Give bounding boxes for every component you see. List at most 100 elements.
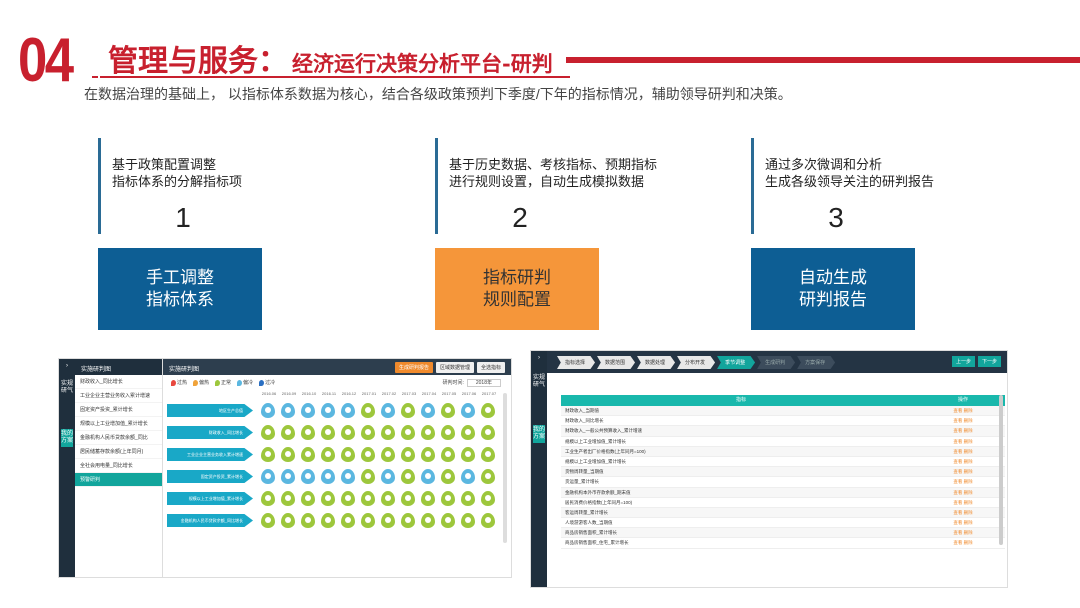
- status-pin-icon[interactable]: [421, 403, 435, 418]
- status-pin-icon[interactable]: [461, 447, 475, 462]
- status-pin-icon[interactable]: [401, 403, 415, 418]
- status-pin-icon[interactable]: [321, 425, 335, 440]
- status-pin-icon[interactable]: [301, 403, 315, 418]
- status-pin-icon[interactable]: [281, 425, 295, 440]
- action-cell[interactable]: 查看 删除: [921, 518, 1005, 527]
- side-tab-research[interactable]: 实规研气: [61, 379, 73, 397]
- row-label[interactable]: 工业企业主营业务收入累计增速: [167, 448, 253, 461]
- status-pin-icon[interactable]: [361, 491, 375, 506]
- status-pin-icon[interactable]: [381, 469, 395, 484]
- status-pin-icon[interactable]: [441, 425, 455, 440]
- status-pin-icon[interactable]: [301, 425, 315, 440]
- status-pin-icon[interactable]: [461, 425, 475, 440]
- status-pin-icon[interactable]: [301, 513, 315, 528]
- prev-step-button[interactable]: 上一步: [951, 356, 975, 367]
- status-pin-icon[interactable]: [481, 403, 495, 418]
- status-pin-icon[interactable]: [361, 425, 375, 440]
- action-cell[interactable]: 查看 删除: [921, 457, 1005, 466]
- status-pin-icon[interactable]: [281, 491, 295, 506]
- status-pin-icon[interactable]: [441, 447, 455, 462]
- status-pin-icon[interactable]: [341, 469, 355, 484]
- action-cell[interactable]: 查看 删除: [921, 528, 1005, 537]
- status-pin-icon[interactable]: [361, 447, 375, 462]
- status-pin-icon[interactable]: [401, 491, 415, 506]
- menu-item[interactable]: 工业企业主营业务收入累计增速: [75, 389, 162, 403]
- status-pin-icon[interactable]: [261, 447, 275, 462]
- menu-item[interactable]: 金融机构人民币贷款余额_同比: [75, 431, 162, 445]
- wizard-step[interactable]: 数据处理: [637, 356, 676, 369]
- status-pin-icon[interactable]: [321, 513, 335, 528]
- menu-item[interactable]: 全社会用电量_同比增长: [75, 459, 162, 473]
- status-pin-icon[interactable]: [361, 403, 375, 418]
- status-pin-icon[interactable]: [421, 469, 435, 484]
- collapse-icon[interactable]: ›: [61, 361, 73, 372]
- status-pin-icon[interactable]: [461, 513, 475, 528]
- status-pin-icon[interactable]: [441, 469, 455, 484]
- scrollbar[interactable]: [999, 395, 1003, 545]
- status-pin-icon[interactable]: [401, 425, 415, 440]
- status-pin-icon[interactable]: [441, 491, 455, 506]
- menu-item[interactable]: 居民储蓄存款余额(上年同月): [75, 445, 162, 459]
- status-pin-icon[interactable]: [361, 513, 375, 528]
- row-label[interactable]: 规模以上工业增加值_累计增长: [167, 492, 253, 505]
- status-pin-icon[interactable]: [301, 469, 315, 484]
- status-pin-icon[interactable]: [481, 513, 495, 528]
- status-pin-icon[interactable]: [361, 469, 375, 484]
- scrollbar[interactable]: [503, 393, 507, 543]
- wizard-step-active[interactable]: 季节调整: [717, 356, 756, 369]
- action-cell[interactable]: 查看 删除: [921, 437, 1005, 446]
- menu-item[interactable]: 固定资产投资_累计增长: [75, 403, 162, 417]
- action-cell[interactable]: 查看 删除: [921, 498, 1005, 507]
- status-pin-icon[interactable]: [441, 513, 455, 528]
- action-cell[interactable]: 查看 删除: [921, 467, 1005, 476]
- action-cell[interactable]: 查看 删除: [921, 477, 1005, 486]
- status-pin-icon[interactable]: [261, 403, 275, 418]
- side-tab-my-plans[interactable]: 我的方案: [61, 429, 73, 447]
- row-label[interactable]: 固定资产投资_累计增长: [167, 470, 253, 483]
- status-pin-icon[interactable]: [421, 513, 435, 528]
- wizard-step[interactable]: 方案保存: [797, 356, 836, 369]
- action-cell[interactable]: 查看 删除: [921, 426, 1005, 435]
- action-cell[interactable]: 查看 删除: [921, 447, 1005, 456]
- row-label[interactable]: 财政收入_同比增长: [167, 426, 253, 439]
- status-pin-icon[interactable]: [281, 403, 295, 418]
- status-pin-icon[interactable]: [281, 469, 295, 484]
- wizard-step[interactable]: 生成研判: [757, 356, 796, 369]
- status-pin-icon[interactable]: [301, 491, 315, 506]
- status-pin-icon[interactable]: [481, 425, 495, 440]
- status-pin-icon[interactable]: [321, 447, 335, 462]
- status-pin-icon[interactable]: [421, 491, 435, 506]
- row-label[interactable]: 地区生产总值: [167, 404, 253, 417]
- status-pin-icon[interactable]: [281, 513, 295, 528]
- action-cell[interactable]: 查看 删除: [921, 538, 1005, 547]
- status-pin-icon[interactable]: [261, 469, 275, 484]
- wizard-step[interactable]: 指标选择: [557, 356, 596, 369]
- status-pin-icon[interactable]: [381, 403, 395, 418]
- status-pin-icon[interactable]: [461, 403, 475, 418]
- menu-item[interactable]: 财政收入_同比增长: [75, 375, 162, 389]
- status-pin-icon[interactable]: [461, 491, 475, 506]
- status-pin-icon[interactable]: [381, 447, 395, 462]
- status-pin-icon[interactable]: [441, 403, 455, 418]
- row-label[interactable]: 金融机构人民币贷款余额_同比增长: [167, 514, 253, 527]
- region-data-button[interactable]: 区域数据管理: [435, 362, 474, 373]
- status-pin-icon[interactable]: [301, 447, 315, 462]
- status-pin-icon[interactable]: [401, 513, 415, 528]
- year-selector[interactable]: 研判时间: 2018年: [442, 379, 501, 387]
- wizard-step[interactable]: 数据范围: [597, 356, 636, 369]
- status-pin-icon[interactable]: [261, 425, 275, 440]
- status-pin-icon[interactable]: [261, 491, 275, 506]
- status-pin-icon[interactable]: [461, 469, 475, 484]
- status-pin-icon[interactable]: [421, 447, 435, 462]
- status-pin-icon[interactable]: [321, 491, 335, 506]
- status-pin-icon[interactable]: [381, 513, 395, 528]
- status-pin-icon[interactable]: [341, 513, 355, 528]
- status-pin-icon[interactable]: [321, 403, 335, 418]
- generate-report-button[interactable]: 生成研判报告: [394, 362, 433, 373]
- status-pin-icon[interactable]: [421, 425, 435, 440]
- status-pin-icon[interactable]: [481, 447, 495, 462]
- next-step-button[interactable]: 下一步: [977, 356, 1001, 367]
- status-pin-icon[interactable]: [481, 469, 495, 484]
- action-cell[interactable]: 查看 删除: [921, 488, 1005, 497]
- status-pin-icon[interactable]: [261, 513, 275, 528]
